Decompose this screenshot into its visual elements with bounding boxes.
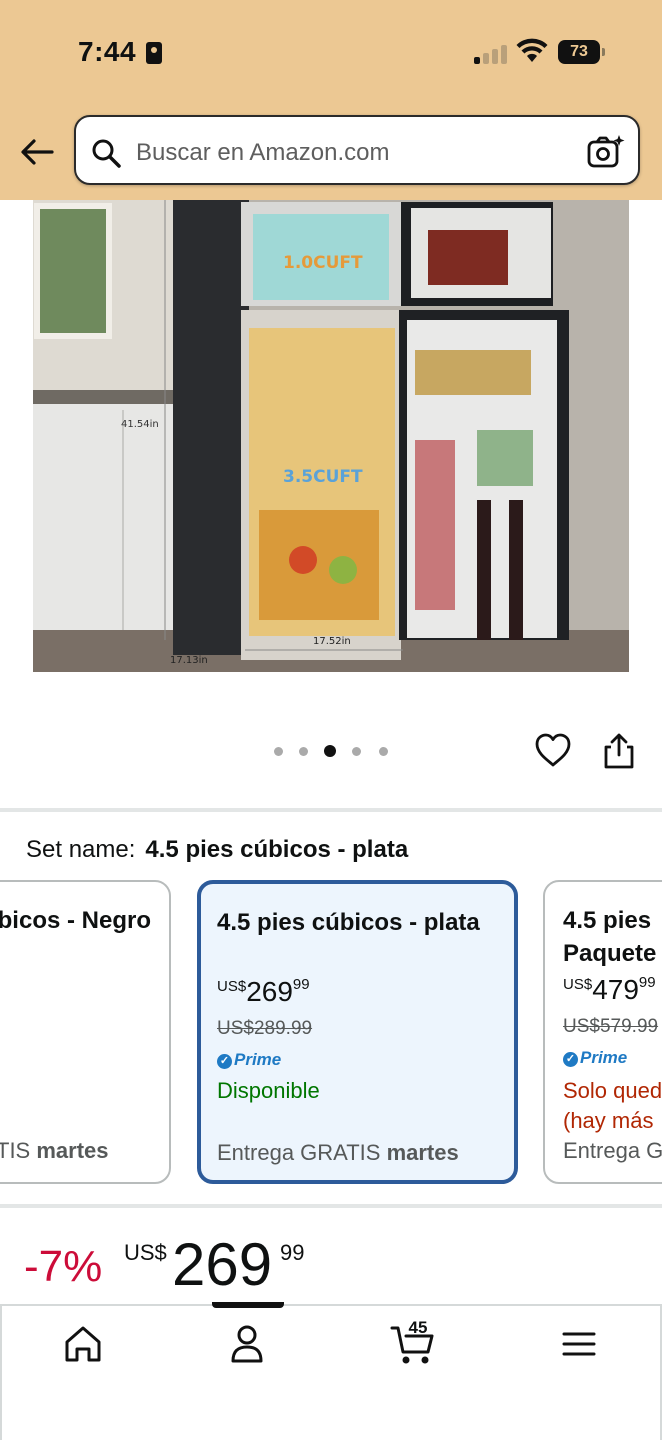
set-name-value: 4.5 pies cúbicos - plata: [145, 836, 409, 863]
focus-icon: [146, 42, 162, 64]
variant-price: US$26999: [217, 976, 310, 1007]
freezer-capacity-label: 1.0CUFT: [283, 253, 363, 273]
back-arrow-icon[interactable]: [18, 134, 56, 170]
height-label: 41.54in: [121, 419, 159, 430]
depth-label: 17.13in: [170, 655, 208, 666]
pagination-dot[interactable]: [274, 747, 283, 756]
prime-check-icon: ✓: [563, 1052, 578, 1067]
product-image[interactable]: 1.0CUFT 3.5CUFT 41.54in 17.52in 17.13in: [33, 200, 629, 672]
account-icon[interactable]: [224, 1322, 270, 1366]
width-label: 17.52in: [313, 636, 351, 647]
active-tab-indicator: [212, 1302, 284, 1308]
variant-card-negro[interactable]: bicos - Negro TIS martes: [0, 880, 171, 1184]
search-input[interactable]: Buscar en Amazon.com: [136, 139, 389, 167]
camera-search-icon[interactable]: [586, 133, 626, 171]
variant-availability: Disponible: [217, 1078, 320, 1103]
status-time: 7:44: [78, 36, 137, 67]
divider: [0, 1204, 662, 1208]
divider: [0, 808, 662, 812]
search-bar[interactable]: Buscar en Amazon.com: [74, 115, 640, 185]
set-name-label: Set name:: [26, 836, 136, 863]
wifi-icon: [516, 38, 548, 62]
variant-delivery: Entrega G: [563, 1138, 662, 1163]
prime-badge: ✓ Prime: [217, 1050, 281, 1070]
variant-list-price: US$579.99: [563, 1016, 659, 1037]
variant-title: 4.5 pies cúbicos - plata: [217, 909, 480, 936]
price-currency: US$: [124, 1240, 167, 1265]
image-pagination-dots: [274, 745, 394, 757]
cellular-signal-icon: [474, 44, 508, 64]
battery-icon: 73: [558, 40, 605, 64]
price-cents: 99: [280, 1240, 305, 1265]
pagination-dot[interactable]: [299, 747, 308, 756]
heart-icon[interactable]: [534, 732, 572, 768]
prime-check-icon: ✓: [217, 1054, 232, 1069]
price-whole: 269: [172, 1231, 273, 1298]
pagination-dot[interactable]: [379, 747, 388, 756]
app-header: 7:44 73 Buscar en Amazon.com: [0, 0, 662, 200]
share-icon[interactable]: [602, 732, 636, 770]
set-name-row: Set name: 4.5 pies cúbicos - plata: [26, 836, 408, 864]
variant-list-price: US$289.99: [217, 1018, 313, 1039]
variant-title: 4.5 pies Paquete: [563, 907, 657, 967]
prime-badge: ✓ Prime: [563, 1048, 627, 1068]
fridge-capacity-label: 3.5CUFT: [283, 467, 363, 487]
variant-title: bicos - Negro: [0, 907, 151, 934]
variant-card-plata-selected[interactable]: 4.5 pies cúbicos - plata US$26999 US$289…: [197, 880, 518, 1184]
menu-icon[interactable]: [556, 1322, 602, 1366]
status-bar: 7:44 73: [0, 36, 662, 72]
variant-price: US$47999: [563, 974, 656, 1005]
variant-card-paquete[interactable]: 4.5 pies Paquete US$47999 US$579.99 ✓ Prim…: [543, 880, 662, 1184]
variant-delivery: Entrega GRATIS martes: [217, 1140, 459, 1165]
variant-availability: Solo qued (hay más: [563, 1078, 662, 1133]
variant-delivery: TIS martes: [0, 1138, 109, 1163]
pagination-dot[interactable]: [352, 747, 361, 756]
discount-percent: -7%: [24, 1242, 103, 1291]
search-icon: [92, 139, 121, 168]
pagination-dot-active[interactable]: [324, 745, 336, 757]
cart-count-badge: 45: [408, 1318, 428, 1337]
home-icon[interactable]: [60, 1322, 106, 1366]
